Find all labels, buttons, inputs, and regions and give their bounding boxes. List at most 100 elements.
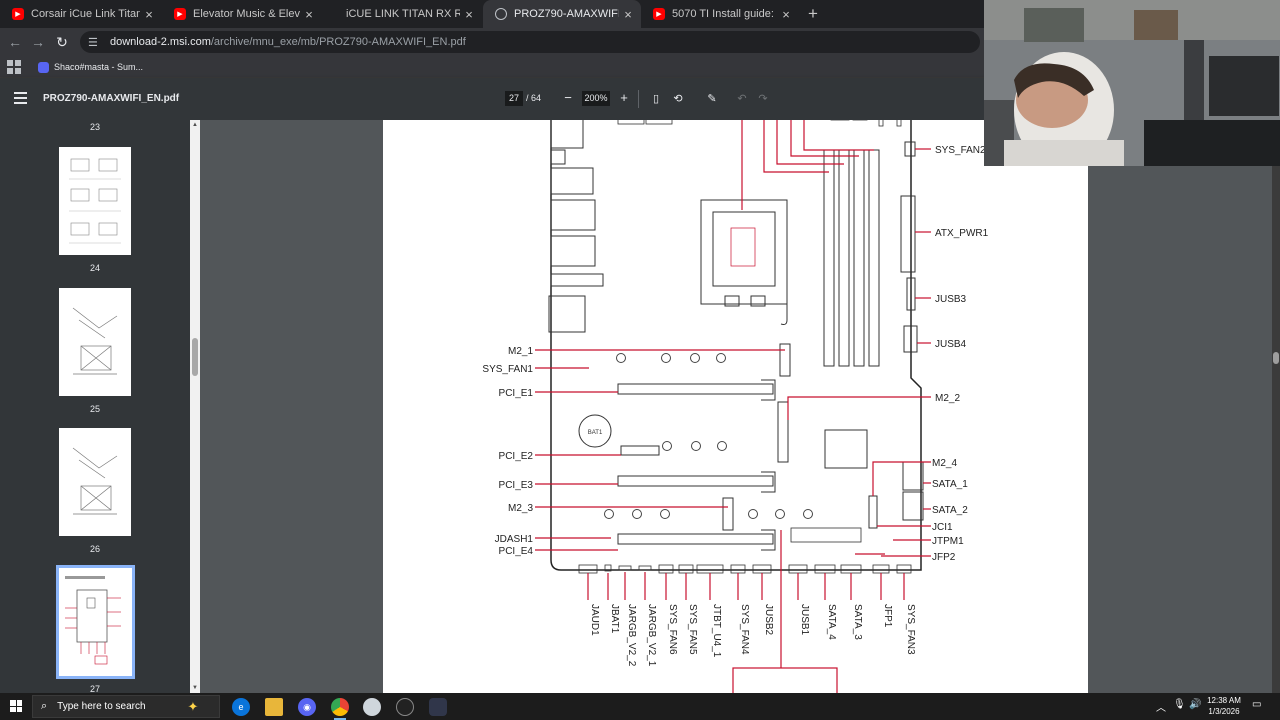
thumbnail-page-number: 27 — [89, 684, 100, 693]
file-explorer-icon[interactable] — [265, 698, 283, 716]
sidebar-scrollbar[interactable]: ▲ ▼ — [190, 120, 200, 693]
label-bottom-connector: SYS_FAN3 — [905, 604, 916, 655]
new-tab-button[interactable]: + — [803, 4, 823, 24]
label-bottom-connector: JARGB_V2_1 — [646, 604, 657, 667]
apps-grid-icon[interactable] — [7, 60, 21, 74]
label-bottom-connector: JTBT_U4_1 — [711, 604, 722, 658]
label-jtpm1: JTPM1 — [932, 536, 964, 547]
microphone-icon[interactable]: 🎙 — [1173, 699, 1186, 710]
label-jfp2: JFP2 — [932, 552, 956, 563]
youtube-icon: ▶ — [653, 8, 665, 20]
zoom-out-button[interactable]: − — [560, 90, 576, 106]
clock[interactable]: 12:38 AM 1/3/2026 — [1204, 695, 1244, 717]
close-tab-icon[interactable]: × — [777, 7, 795, 22]
label-sata-2: SATA_2 — [932, 505, 968, 516]
thumbnail-page-25[interactable] — [59, 288, 131, 396]
label-sata-1: SATA_1 — [932, 479, 968, 490]
bookmark-item[interactable]: Shaco#masta - Sum... — [38, 59, 143, 75]
forward-icon[interactable]: → — [28, 32, 48, 52]
label-bottom-connector: JFP1 — [882, 604, 893, 628]
discord-icon[interactable]: ◉ — [298, 698, 316, 716]
notifications-icon[interactable]: ▭ — [1252, 699, 1261, 710]
document-scrollbar[interactable] — [1272, 120, 1280, 693]
taskbar: ⌕ Type here to search ✦ e ◉ ︿ 🎙 🔊 12:38 … — [0, 693, 1280, 720]
back-icon[interactable]: ← — [5, 32, 25, 52]
fit-page-icon[interactable]: ▯ — [648, 91, 664, 107]
tab-pdf[interactable]: PROZ790-AMAXWIFI_EN.pdf × — [483, 0, 641, 28]
obs-icon[interactable] — [396, 698, 414, 716]
reload-icon[interactable]: ↻ — [52, 32, 72, 52]
copilot-icon[interactable]: ✦ — [184, 698, 202, 716]
redo-icon[interactable]: ↷ — [755, 91, 771, 107]
label-bottom-connector: JAUD1 — [589, 604, 600, 636]
motherboard-layout-diagram: BAT1 M2_1 SYS_FAN1 PCI_E1 PCI_E2 PCI_E3 … — [482, 120, 989, 693]
thumbnail-page-26[interactable] — [59, 428, 131, 536]
app-icon[interactable] — [363, 698, 381, 716]
label-pci-e4: PCI_E4 — [499, 546, 534, 557]
label-jci1: JCI1 — [932, 522, 953, 533]
document-scroll-thumb[interactable] — [1273, 352, 1279, 364]
label-bottom-connector: JARGB_V2_2 — [626, 604, 637, 667]
label-bottom-connector: JBAT1 — [609, 604, 620, 634]
battery-label: BAT1 — [588, 430, 603, 436]
desktop: ▶ Corsair iCue Link Titan 360 RX RGB × ▶… — [0, 0, 1280, 720]
rotate-icon[interactable]: ⟲ — [670, 91, 686, 107]
label-m2-4: M2_4 — [932, 458, 957, 469]
thumbnail-page-number: 23 — [89, 122, 100, 132]
scroll-up-icon[interactable]: ▲ — [190, 120, 200, 130]
zoom-level-input[interactable]: 200% — [582, 91, 610, 106]
label-jdash1: JDASH1 — [495, 534, 534, 545]
label-bottom-connector: JUSB2 — [763, 604, 774, 636]
label-pci-e1: PCI_E1 — [499, 388, 534, 399]
app-icon[interactable] — [429, 698, 447, 716]
label-bottom-connector: SYS_FAN4 — [739, 604, 750, 655]
site-info-icon[interactable]: ☰ — [88, 36, 102, 49]
label-atx-pwr1: ATX_PWR1 — [935, 228, 989, 239]
label-bottom-connector: SYS_FAN6 — [667, 604, 678, 655]
close-tab-icon[interactable]: × — [619, 7, 637, 22]
label-jusb3: JUSB3 — [935, 294, 967, 305]
youtube-icon: ▶ — [174, 8, 186, 20]
label-bottom-connector: SYS_FAN5 — [687, 604, 698, 655]
close-tab-icon[interactable]: × — [460, 7, 478, 22]
windows-start-icon[interactable] — [10, 700, 22, 712]
chrome-icon[interactable] — [331, 698, 349, 720]
tab-5070-guide[interactable]: ▶ 5070 TI Install guide: Everything × — [641, 0, 799, 28]
url-text: download-2.msi.com/archive/mnu_exe/mb/PR… — [110, 36, 466, 48]
page-number-input[interactable]: 27 — [505, 91, 523, 106]
youtube-icon: ▶ — [12, 8, 24, 20]
label-m2-2: M2_2 — [935, 393, 960, 404]
label-pci-e2: PCI_E2 — [499, 451, 534, 462]
edge-icon[interactable]: e — [232, 698, 250, 716]
address-bar[interactable]: ☰ download-2.msi.com/archive/mnu_exe/mb/… — [80, 31, 980, 53]
thumbnail-page-27[interactable] — [56, 565, 135, 679]
tab-elevator-music[interactable]: ▶ Elevator Music & Elevator Jazz × — [162, 0, 322, 28]
sidebar-scroll-thumb[interactable] — [192, 338, 198, 376]
close-tab-icon[interactable]: × — [300, 7, 318, 22]
label-bottom-connector: SATA_3 — [852, 604, 863, 640]
toolbar-divider — [638, 90, 639, 108]
close-tab-icon[interactable]: × — [140, 7, 158, 22]
label-m2-3: M2_3 — [508, 503, 533, 514]
label-bottom-connector: SATA_4 — [826, 604, 837, 640]
label-jusb4: JUSB4 — [935, 339, 967, 350]
label-pci-e3: PCI_E3 — [499, 480, 534, 491]
volume-icon[interactable]: 🔊 — [1189, 699, 1201, 710]
thumbnail-sidebar: 23 24 25 26 27 ▲ ▼ — [0, 120, 200, 693]
pdf-page: BAT1 M2_1 SYS_FAN1 PCI_E1 PCI_E2 PCI_E3 … — [383, 120, 1088, 693]
annotate-icon[interactable]: ✎ — [704, 91, 720, 107]
undo-icon[interactable]: ↶ — [734, 91, 750, 107]
tray-chevron-icon[interactable]: ︿ — [1156, 699, 1166, 714]
zoom-in-button[interactable]: + — [616, 90, 632, 106]
thumbnail-page-24[interactable] — [59, 147, 131, 255]
tab-corsair[interactable]: ▶ Corsair iCue Link Titan 360 RX RGB × — [0, 0, 162, 28]
document-title: PROZ790-AMAXWIFI_EN.pdf — [43, 93, 180, 104]
discord-icon — [38, 61, 49, 73]
globe-icon — [495, 8, 507, 20]
thumbnail-page-number: 25 — [89, 404, 100, 414]
scroll-down-icon[interactable]: ▼ — [190, 683, 200, 693]
thumbnail-page-number: 24 — [89, 263, 100, 273]
menu-icon[interactable] — [14, 92, 27, 104]
webcam-overlay — [984, 0, 1280, 166]
tab-icue-link[interactable]: iCUE LINK TITAN RX RGB AIO C × — [322, 0, 482, 28]
